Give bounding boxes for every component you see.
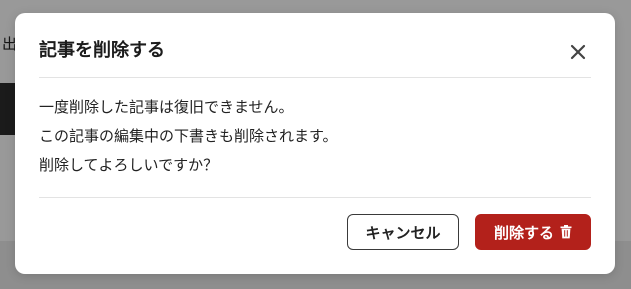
close-button[interactable] xyxy=(567,41,589,63)
dialog-title: 記事を削除する xyxy=(39,40,165,61)
dialog-message-line: 削除してよろしいですか？ xyxy=(39,156,219,174)
dialog-body: 一度削除した記事は復旧できません。 この記事の編集中の下書きも削除されます。 削… xyxy=(39,93,591,198)
cancel-button-label: キャンセル xyxy=(365,223,441,242)
cancel-button[interactable]: キャンセル xyxy=(347,214,459,250)
delete-button[interactable]: 削除する xyxy=(475,214,591,250)
dialog-message-line: 一度削除した記事は復旧できません。 xyxy=(39,98,294,116)
delete-article-dialog: 記事を削除する 一度削除した記事は復旧できません。 この記事の編集中の下書きも削… xyxy=(15,13,615,274)
dialog-message-line: この記事の編集中の下書きも削除されます。 xyxy=(39,127,338,145)
delete-button-label: 削除する xyxy=(493,223,554,242)
trash-icon xyxy=(560,225,572,239)
close-icon xyxy=(570,44,586,60)
dialog-header: 記事を削除する xyxy=(39,13,591,78)
